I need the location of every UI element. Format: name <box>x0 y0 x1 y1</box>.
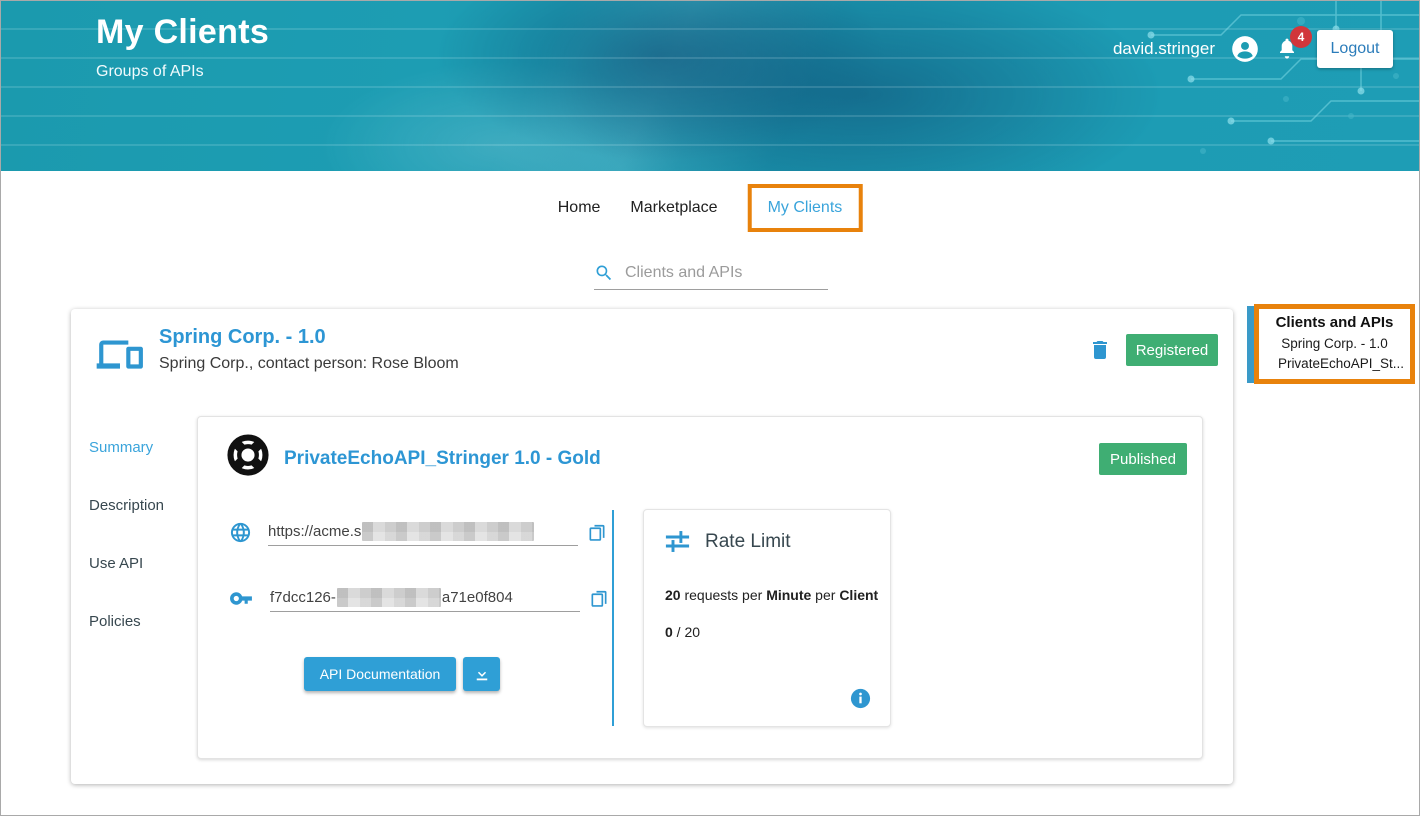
client-card: Spring Corp. - 1.0 Spring Corp., contact… <box>71 309 1233 784</box>
lifebuoy-api-icon <box>227 434 269 481</box>
rate-limit-total: 20 <box>684 624 701 640</box>
copy-icon <box>589 524 605 541</box>
api-key-redacted-blur <box>336 588 441 607</box>
endpoint-row: https://acme.s <box>229 518 607 546</box>
rate-limit-value: 20 <box>665 587 681 603</box>
rate-limit-usage: 0 / 20 <box>665 624 700 640</box>
api-card: PrivateEchoAPI_Stringer 1.0 - Gold Publi… <box>197 416 1203 759</box>
tab-summary[interactable]: Summary <box>89 439 189 456</box>
client-tabs: Summary Description Use API Policies <box>89 439 189 671</box>
hero-header: My Clients Groups of APIs david.stringer… <box>1 1 1419 171</box>
info-icon <box>850 688 871 709</box>
annotation-blue-strip <box>1247 306 1254 383</box>
endpoint-url-field: https://acme.s <box>268 518 578 546</box>
api-documentation-button[interactable]: API Documentation <box>304 657 456 691</box>
annotation-panel-clients-and-apis: Clients and APIs Spring Corp. - 1.0 Priv… <box>1254 304 1415 384</box>
rate-limit-info-button[interactable] <box>849 687 872 710</box>
rate-limit-period: Minute <box>766 587 812 603</box>
vertical-divider <box>612 510 614 726</box>
page-title: My Clients <box>96 13 270 51</box>
api-key-suffix-text: a71e0f804 <box>441 589 513 606</box>
notifications-bell[interactable]: 4 <box>1275 26 1312 63</box>
tune-sliders-icon <box>664 528 691 555</box>
copy-endpoint-button[interactable] <box>587 521 607 543</box>
api-status-badge: Published <box>1099 443 1187 475</box>
tab-policies[interactable]: Policies <box>89 613 189 630</box>
client-title: Spring Corp. - 1.0 <box>159 326 326 348</box>
tab-description[interactable]: Description <box>89 497 189 514</box>
avatar-icon[interactable] <box>1231 35 1259 63</box>
rate-limit-card: Rate Limit 20 requests per Minute per Cl… <box>643 509 891 727</box>
user-area: david.stringer 4 Logout <box>1112 26 1393 69</box>
rate-limit-text2: per <box>811 587 840 603</box>
page-subtitle: Groups of APIs <box>96 63 204 80</box>
api-title: PrivateEchoAPI_Stringer 1.0 - Gold <box>284 448 601 469</box>
nav-item-marketplace[interactable]: Marketplace <box>630 199 717 217</box>
api-key-row: f7dcc126- a71e0f804 <box>229 584 609 612</box>
key-icon <box>229 586 254 611</box>
download-icon <box>476 667 487 681</box>
notification-count-badge: 4 <box>1290 26 1312 48</box>
annotation-panel-title: Clients and APIs <box>1275 314 1394 331</box>
trash-icon <box>1093 341 1107 359</box>
search-icon <box>594 263 614 283</box>
rate-limit-separator: / <box>672 624 685 640</box>
rate-limit-text: requests per <box>680 587 767 603</box>
api-key-prefix-text: f7dcc126- <box>270 589 336 606</box>
endpoint-url-visible-text: https://acme.s <box>268 523 362 540</box>
main-nav: Home Marketplace My Clients <box>558 184 863 232</box>
app-window: My Clients Groups of APIs david.stringer… <box>0 0 1420 816</box>
logout-button[interactable]: Logout <box>1317 30 1393 68</box>
nav-item-my-clients[interactable]: My Clients <box>768 199 843 216</box>
nav-item-home[interactable]: Home <box>558 199 601 217</box>
endpoint-url-redacted-blur <box>362 522 535 541</box>
client-card-header: Spring Corp. - 1.0 Spring Corp., contact… <box>71 309 1233 399</box>
client-status-badge: Registered <box>1126 334 1218 366</box>
globe-icon <box>229 521 252 544</box>
copy-api-key-button[interactable] <box>589 587 609 609</box>
hero-photo-hands-on-laptop <box>201 1 1201 171</box>
search-input[interactable] <box>625 264 832 282</box>
copy-icon <box>591 590 607 607</box>
devices-icon <box>95 329 145 384</box>
annotation-panel-client-item: Spring Corp. - 1.0 <box>1281 335 1388 351</box>
api-key-field: f7dcc126- a71e0f804 <box>270 584 580 612</box>
username-label: david.stringer <box>1112 39 1215 58</box>
search-field <box>594 257 832 290</box>
rate-limit-description: 20 requests per Minute per Client <box>665 587 878 603</box>
rate-limit-used: 0 <box>665 624 673 640</box>
rate-limit-header: Rate Limit <box>664 528 791 555</box>
client-subtitle: Spring Corp., contact person: Rose Bloom <box>159 355 459 372</box>
tab-use-api[interactable]: Use API <box>89 555 189 572</box>
rate-limit-title: Rate Limit <box>705 530 791 552</box>
delete-client-button[interactable] <box>1088 336 1112 367</box>
annotation-highlight-box-nav: My Clients <box>747 184 863 232</box>
rate-limit-subject: Client <box>839 587 879 603</box>
download-spec-button[interactable] <box>463 657 500 691</box>
annotation-panel-api-item: PrivateEchoAPI_St... <box>1277 356 1404 371</box>
